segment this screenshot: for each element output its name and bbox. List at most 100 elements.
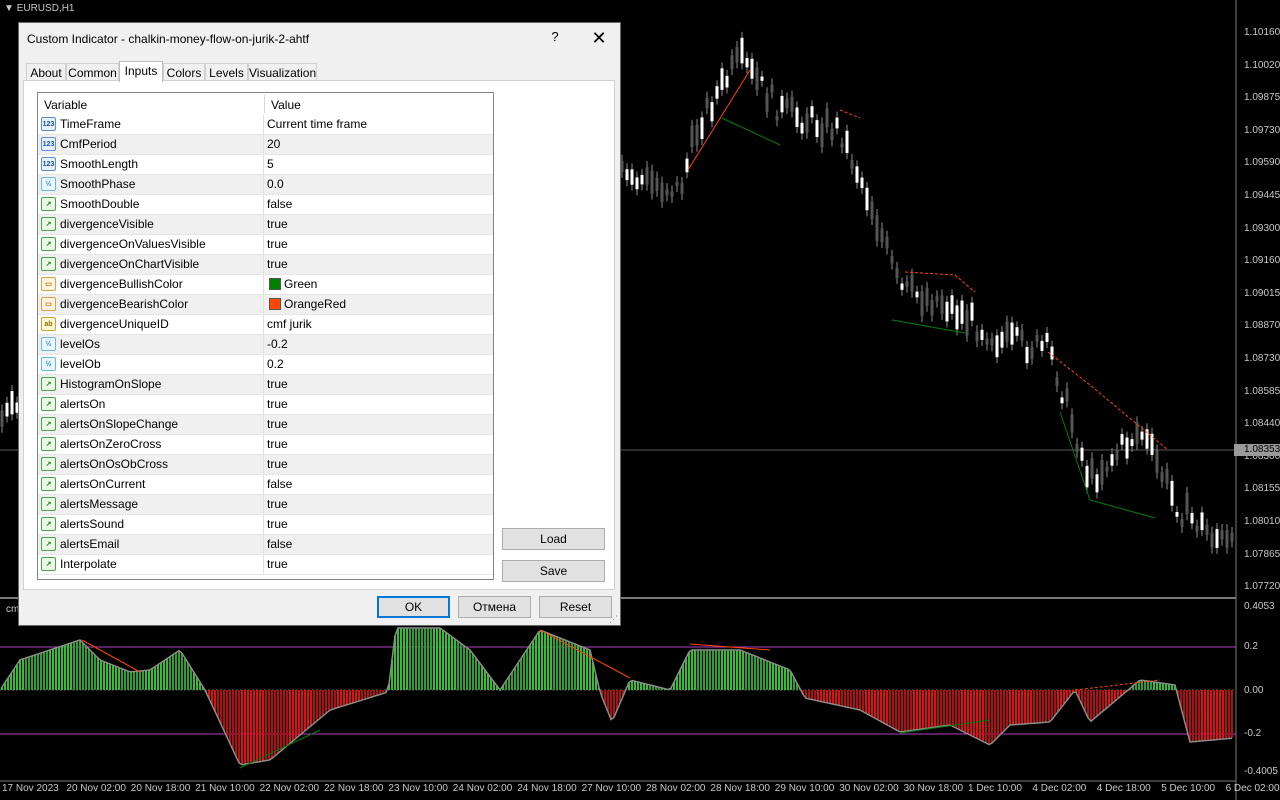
param-value-cell[interactable]: Green bbox=[265, 275, 493, 294]
color-type-icon: ▭ bbox=[41, 297, 56, 311]
param-row[interactable]: ▭ divergenceBearishColor OrangeRed bbox=[38, 295, 493, 315]
candle-body bbox=[635, 177, 639, 190]
param-row[interactable]: ↗ HistogramOnSlope true bbox=[38, 375, 493, 395]
param-value-cell[interactable]: 0.0 bbox=[265, 175, 493, 194]
param-row[interactable]: ↗ alertsSound true bbox=[38, 515, 493, 535]
param-value-cell[interactable]: true bbox=[265, 495, 493, 514]
param-row[interactable]: ↗ alertsMessage true bbox=[38, 495, 493, 515]
param-value-cell[interactable]: false bbox=[265, 475, 493, 494]
candle-body bbox=[1015, 327, 1019, 336]
param-name: alertsOnZeroCross bbox=[60, 437, 162, 451]
tab-about[interactable]: About bbox=[26, 63, 66, 81]
column-header-value[interactable]: Value bbox=[265, 93, 493, 115]
param-value-cell[interactable]: false bbox=[265, 195, 493, 214]
param-row[interactable]: ↗ divergenceVisible true bbox=[38, 215, 493, 235]
param-variable-cell: ab divergenceUniqueID bbox=[38, 315, 264, 334]
boolean-type-icon: ↗ bbox=[41, 237, 56, 251]
param-value-cell[interactable]: true bbox=[265, 395, 493, 414]
time-tick-label: 22 Nov 02:00 bbox=[259, 783, 320, 794]
candle-body bbox=[1010, 322, 1014, 345]
param-value-cell[interactable]: true bbox=[265, 555, 493, 574]
tab-colors[interactable]: Colors bbox=[163, 63, 205, 81]
param-row[interactable]: ↗ alertsOnZeroCross true bbox=[38, 435, 493, 455]
param-value-cell[interactable]: Current time frame bbox=[265, 115, 493, 134]
param-row[interactable]: ½ SmoothPhase 0.0 bbox=[38, 175, 493, 195]
candle-body bbox=[1040, 340, 1044, 351]
help-button[interactable]: ? bbox=[547, 29, 563, 47]
param-value-cell[interactable]: 20 bbox=[265, 135, 493, 154]
param-row[interactable]: ↗ alertsEmail false bbox=[38, 535, 493, 555]
param-name: divergenceBearishColor bbox=[60, 297, 189, 311]
tab-inputs[interactable]: Inputs bbox=[119, 61, 163, 82]
load-button[interactable]: Load bbox=[502, 528, 605, 550]
tab-common[interactable]: Common bbox=[66, 63, 119, 81]
cancel-button[interactable]: Отмена bbox=[458, 596, 531, 618]
param-value-cell[interactable]: 0.2 bbox=[265, 355, 493, 374]
param-value: true bbox=[267, 417, 288, 431]
param-value-cell[interactable]: cmf jurik bbox=[265, 315, 493, 334]
reset-button[interactable]: Reset bbox=[539, 596, 612, 618]
current-price-label: 1.08353 bbox=[1234, 444, 1280, 456]
param-row[interactable]: ↗ alertsOn true bbox=[38, 395, 493, 415]
candle-body bbox=[1120, 434, 1124, 445]
candle-body bbox=[935, 296, 939, 302]
param-value: Current time frame bbox=[267, 117, 368, 131]
candle-body bbox=[1080, 447, 1084, 461]
param-variable-cell: ↗ alertsOnOsObCross bbox=[38, 455, 264, 474]
param-value-cell[interactable]: true bbox=[265, 415, 493, 434]
param-value-cell[interactable]: true bbox=[265, 235, 493, 254]
param-row[interactable]: ↗ alertsOnCurrent false bbox=[38, 475, 493, 495]
param-value-cell[interactable]: 5 bbox=[265, 155, 493, 174]
param-value-cell[interactable]: true bbox=[265, 255, 493, 274]
param-variable-cell: ↗ alertsEmail bbox=[38, 535, 264, 554]
symbol-text: EURUSD,H1 bbox=[16, 3, 75, 14]
bullish-divergence-chart-line bbox=[891, 319, 966, 334]
param-row[interactable]: ab divergenceUniqueID cmf jurik bbox=[38, 315, 493, 335]
param-name: alertsOnSlopeChange bbox=[60, 417, 179, 431]
boolean-type-icon: ↗ bbox=[41, 197, 56, 211]
param-row[interactable]: 123 CmfPeriod 20 bbox=[38, 135, 493, 155]
candle-body bbox=[730, 55, 734, 70]
param-row[interactable]: 123 TimeFrame Current time frame bbox=[38, 115, 493, 135]
param-row[interactable]: ↗ divergenceOnValuesVisible true bbox=[38, 235, 493, 255]
param-row[interactable]: ↗ SmoothDouble false bbox=[38, 195, 493, 215]
param-name: divergenceVisible bbox=[60, 217, 154, 231]
param-value: true bbox=[267, 377, 288, 391]
candle-body bbox=[900, 283, 904, 290]
ok-button[interactable]: OK bbox=[377, 596, 450, 618]
param-value-cell[interactable]: false bbox=[265, 535, 493, 554]
param-value-cell[interactable]: OrangeRed bbox=[265, 295, 493, 314]
candle-body bbox=[5, 402, 9, 417]
candle-body bbox=[1185, 492, 1189, 515]
param-row[interactable]: ▭ divergenceBullishColor Green bbox=[38, 275, 493, 295]
param-row[interactable]: 123 SmoothLength 5 bbox=[38, 155, 493, 175]
param-row[interactable]: ½ levelOb 0.2 bbox=[38, 355, 493, 375]
param-row[interactable]: ↗ alertsOnSlopeChange true bbox=[38, 415, 493, 435]
candle-body bbox=[735, 46, 739, 63]
param-row[interactable]: ½ levelOs -0.2 bbox=[38, 335, 493, 355]
collapse-triangle-icon[interactable]: ▼ bbox=[4, 3, 17, 14]
param-row[interactable]: ↗ divergenceOnChartVisible true bbox=[38, 255, 493, 275]
candle-body bbox=[1045, 332, 1049, 342]
param-value-cell[interactable]: true bbox=[265, 515, 493, 534]
tab-levels[interactable]: Levels bbox=[205, 63, 248, 81]
time-tick-label: 28 Nov 02:00 bbox=[646, 783, 706, 794]
param-value-cell[interactable]: true bbox=[265, 215, 493, 234]
param-row[interactable]: ↗ Interpolate true bbox=[38, 555, 493, 575]
price-tick-label: 1.07720 bbox=[1244, 581, 1280, 593]
tab-visualization[interactable]: Visualization bbox=[248, 63, 317, 81]
param-row[interactable]: ↗ alertsOnOsObCross true bbox=[38, 455, 493, 475]
close-icon[interactable]: ✕ bbox=[589, 28, 609, 48]
candle-body bbox=[1220, 530, 1224, 540]
candle-body bbox=[1140, 431, 1144, 440]
param-variable-cell: ½ SmoothPhase bbox=[38, 175, 264, 194]
param-value-cell[interactable]: true bbox=[265, 435, 493, 454]
param-value-cell[interactable]: true bbox=[265, 375, 493, 394]
save-button[interactable]: Save bbox=[502, 560, 605, 582]
resize-grip-icon[interactable]: ⋰ bbox=[609, 614, 619, 624]
candle-body bbox=[885, 236, 889, 249]
param-value-cell[interactable]: -0.2 bbox=[265, 335, 493, 354]
column-header-variable[interactable]: Variable bbox=[38, 93, 264, 115]
candle-body bbox=[1090, 458, 1094, 479]
param-value-cell[interactable]: true bbox=[265, 455, 493, 474]
